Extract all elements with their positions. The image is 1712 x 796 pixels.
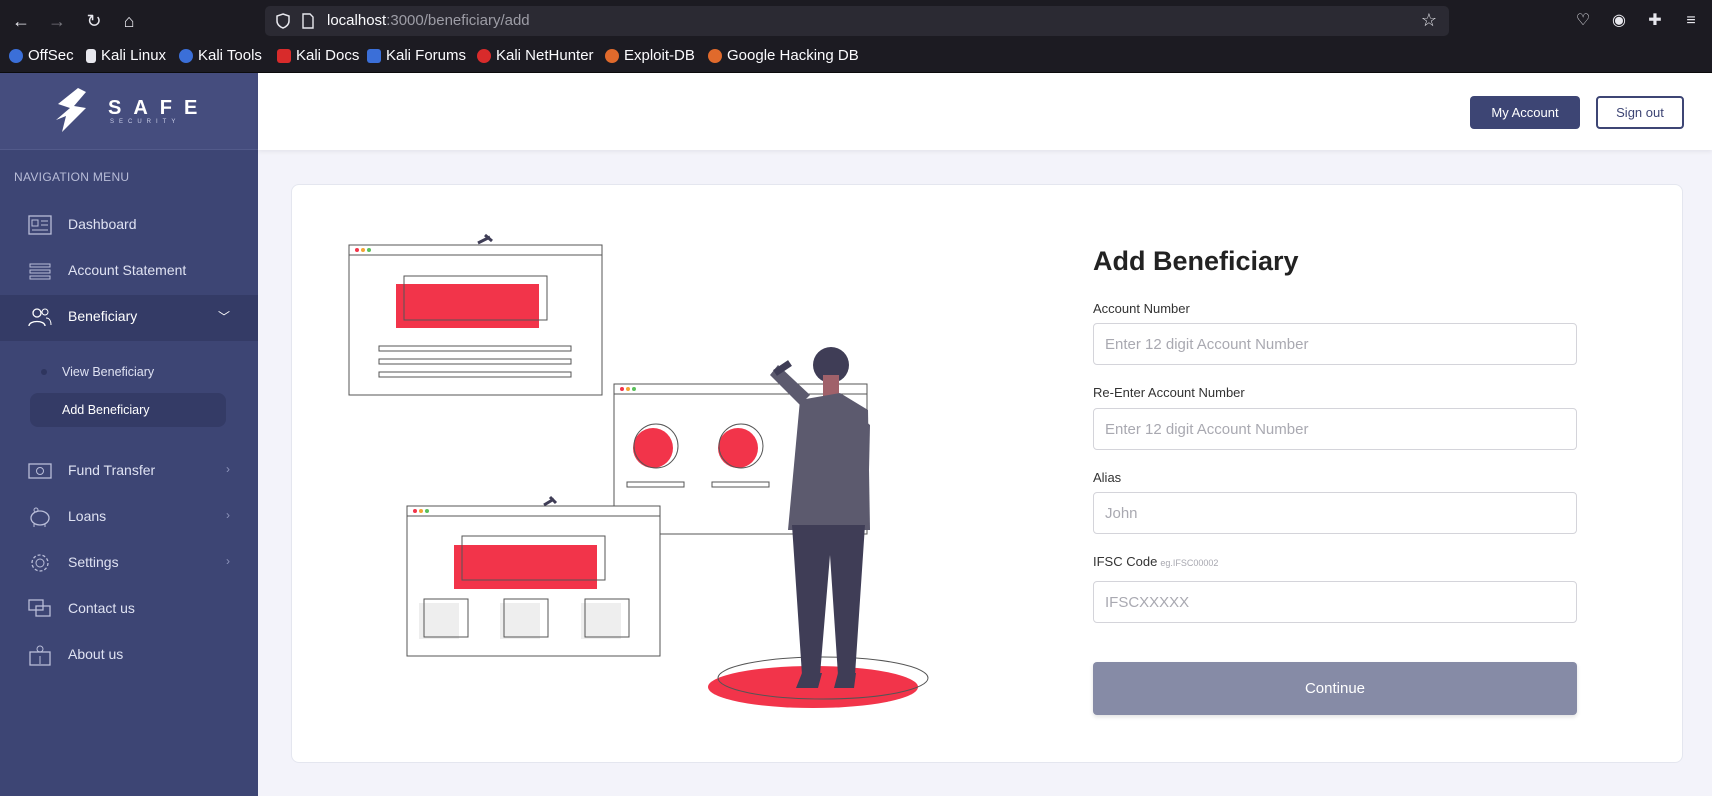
ifsc-label-row: IFSC Code eg.IFSC00002 <box>1093 554 1218 569</box>
reload-icon[interactable]: ↻ <box>82 9 106 33</box>
bookmark-star-icon[interactable]: ☆ <box>1421 10 1437 31</box>
sidebar-item-dashboard[interactable]: Dashboard <box>0 203 258 247</box>
re-account-number-label: Re-Enter Account Number <box>1093 385 1245 400</box>
browser-toolbar: ← → ↻ ⌂ localhost:3000/beneficiary/add ☆… <box>0 0 1712 42</box>
ifsc-field[interactable] <box>1093 581 1577 623</box>
bullet-icon <box>41 369 47 375</box>
sidebar-item-label: Settings <box>68 554 119 570</box>
sidebar-item-loans[interactable]: Loans › <box>0 495 258 539</box>
sidebar-item-label: About us <box>68 646 124 662</box>
brand-name: SAFE <box>108 97 210 119</box>
bookmark-offsec[interactable]: OffSec <box>9 47 74 64</box>
ifsc-label: IFSC Code <box>1093 554 1158 569</box>
extensions-icon[interactable]: ✚ <box>1644 10 1666 32</box>
alias-label: Alias <box>1093 470 1122 485</box>
sidebar-subitem-label: Add Beneficiary <box>62 403 150 417</box>
re-account-number-field[interactable] <box>1093 408 1577 450</box>
account-icon[interactable]: ◉ <box>1608 10 1630 32</box>
account-number-label: Account Number <box>1093 301 1190 316</box>
chat-icon <box>28 599 51 617</box>
gear-icon <box>31 554 49 572</box>
sidebar-item-contact-us[interactable]: Contact us <box>0 587 258 631</box>
piggy-bank-icon <box>30 507 50 527</box>
sidebar-item-label: Fund Transfer <box>68 462 156 478</box>
logo-icon <box>56 88 86 132</box>
nav-section-label: NAVIGATION MENU <box>14 170 130 184</box>
sidebar-subitem-add-beneficiary[interactable]: Add Beneficiary <box>30 393 226 427</box>
chevron-down-icon: ﹀ <box>217 310 230 324</box>
chevron-right-icon: › <box>226 508 230 522</box>
illustration <box>348 233 929 708</box>
bookmark-kali-docs[interactable]: Kali Docs <box>277 47 359 64</box>
statement-icon <box>29 263 51 280</box>
bookmark-exploit-db[interactable]: Exploit-DB <box>605 47 695 64</box>
bookmark-kali-tools[interactable]: Kali Tools <box>179 47 262 64</box>
sidebar-item-label: Loans <box>68 508 107 524</box>
bookmarks-bar: OffSec Kali Linux Kali Tools Kali Docs K… <box>0 42 1712 73</box>
sidebar-item-fund-transfer[interactable]: Fund Transfer › <box>0 449 258 493</box>
chevron-right-icon: › <box>226 554 230 568</box>
my-account-button[interactable]: My Account <box>1470 96 1580 129</box>
users-icon <box>28 308 52 327</box>
sidebar-item-label: Contact us <box>68 600 135 616</box>
info-icon <box>29 645 51 666</box>
sidebar-item-label: Beneficiary <box>68 308 138 324</box>
form-title: Add Beneficiary <box>1093 246 1299 276</box>
shield-icon[interactable] <box>275 13 291 29</box>
dashboard-icon <box>28 215 52 235</box>
sidebar-subitem-view-beneficiary[interactable]: View Beneficiary <box>30 355 226 389</box>
home-icon[interactable]: ⌂ <box>117 9 141 33</box>
url-text[interactable]: localhost:3000/beneficiary/add <box>327 12 530 29</box>
brand-tagline: SECURITY <box>110 119 181 125</box>
money-icon <box>28 463 52 479</box>
sidebar-subitem-label: View Beneficiary <box>62 365 155 379</box>
address-bar[interactable]: localhost:3000/beneficiary/add ☆ <box>265 6 1449 36</box>
sidebar-item-label: Dashboard <box>68 216 137 232</box>
bookmark-kali-linux[interactable]: Kali Linux <box>86 47 166 64</box>
page-icon <box>302 13 314 29</box>
sidebar-item-label: Account Statement <box>68 262 187 278</box>
sidebar-item-about-us[interactable]: About us <box>0 633 258 677</box>
forward-icon[interactable]: → <box>45 9 69 33</box>
sign-out-button[interactable]: Sign out <box>1596 96 1684 129</box>
sidebar: SAFE SECURITY NAVIGATION MENU Dashboard … <box>0 73 258 796</box>
continue-button[interactable]: Continue <box>1093 662 1577 715</box>
sidebar-item-settings[interactable]: Settings › <box>0 541 258 585</box>
bookmark-google-hacking-db[interactable]: Google Hacking DB <box>708 47 859 64</box>
ifsc-hint: eg.IFSC00002 <box>1160 558 1219 568</box>
alias-field[interactable] <box>1093 492 1577 534</box>
bookmark-kali-nethunter[interactable]: Kali NetHunter <box>477 47 594 64</box>
sidebar-item-beneficiary[interactable]: Beneficiary ﹀ <box>0 295 258 341</box>
menu-icon[interactable]: ≡ <box>1680 10 1702 32</box>
account-number-field[interactable] <box>1093 323 1577 365</box>
back-icon[interactable]: ← <box>9 9 33 33</box>
pocket-icon[interactable]: ♡ <box>1572 10 1594 32</box>
sidebar-item-account-statement[interactable]: Account Statement <box>0 249 258 293</box>
chevron-right-icon: › <box>226 462 230 476</box>
logo[interactable]: SAFE SECURITY <box>0 73 258 150</box>
bookmark-kali-forums[interactable]: Kali Forums <box>367 47 466 64</box>
